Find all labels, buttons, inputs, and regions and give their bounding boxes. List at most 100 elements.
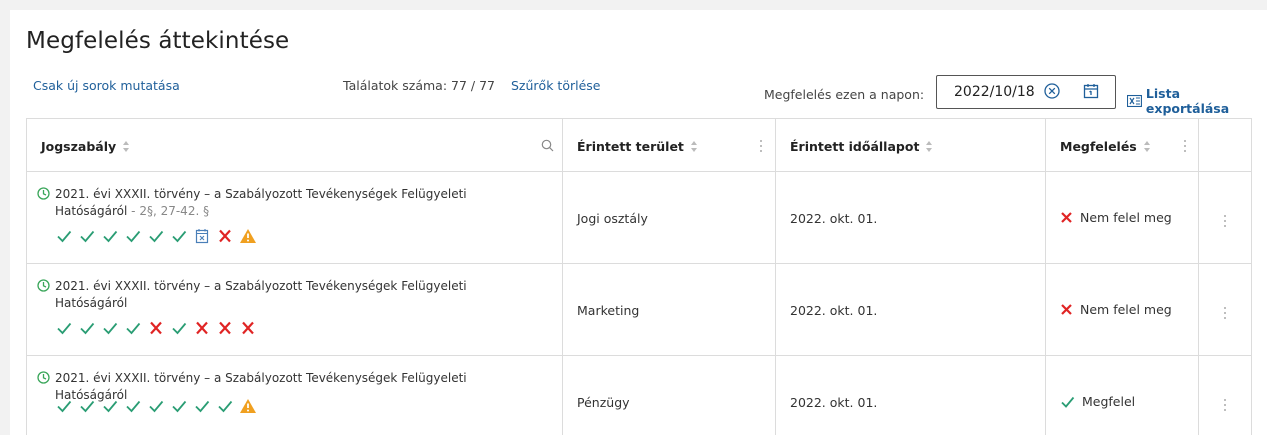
calendar-icon[interactable] [1082, 82, 1100, 100]
law-cell: 2021. évi XXXII. törvény – a Szabályozot… [27, 264, 563, 356]
row-menu-icon[interactable] [1224, 215, 1227, 228]
compliance-overview-page: Megfelelés áttekintése Csak új sorok mut… [0, 0, 1267, 435]
cross-icon [216, 228, 234, 248]
status-label: Megfelel [1082, 394, 1136, 409]
compliance-cell: Nem felel meg [1046, 172, 1199, 264]
compliance-cell: Megfelel [1046, 356, 1199, 435]
table-row[interactable]: 2021. évi XXXII. törvény – a Szabályozot… [27, 356, 1251, 435]
export-list-label: Lista exportálása [1145, 86, 1230, 116]
status-badge: Megfelel [1060, 394, 1135, 409]
area-value: Marketing [577, 303, 640, 318]
compliance-marks [55, 320, 257, 340]
status-label: Nem felel meg [1080, 302, 1172, 317]
column-header-law[interactable]: Jogszabály [27, 119, 563, 172]
export-list-button[interactable]: Lista exportálása [1127, 86, 1267, 116]
check-icon [55, 398, 73, 418]
clear-filters-link[interactable]: Szűrők törlése [511, 78, 600, 93]
column-header-state[interactable]: Érintett időállapot [776, 119, 1046, 172]
sort-icon[interactable] [122, 140, 130, 153]
law-title-line1: 2021. évi XXXII. törvény – a Szabályozot… [55, 187, 467, 201]
area-cell: Marketing [563, 264, 776, 356]
clock-icon [37, 187, 50, 200]
column-header-compliance[interactable]: Megfelelés [1046, 119, 1199, 172]
area-cell: Pénzügy [563, 356, 776, 435]
compliance-date-value: 2022/10/18 [954, 84, 1035, 100]
law-text[interactable]: 2021. évi XXXII. törvény – a Szabályozot… [37, 186, 517, 220]
law-title-line2: Hatóságáról [55, 296, 128, 310]
area-value: Pénzügy [577, 395, 630, 410]
check-icon [124, 320, 142, 340]
law-title-line1: 2021. évi XXXII. törvény – a Szabályozot… [55, 279, 467, 293]
column-header-actions [1199, 119, 1251, 172]
state-value: 2022. okt. 01. [790, 395, 878, 410]
check-icon [170, 228, 188, 248]
check-icon [124, 398, 142, 418]
check-icon [170, 320, 188, 340]
compliance-table: Jogszabály Érintett terület Érintett idő… [26, 118, 1252, 435]
column-menu-icon[interactable] [760, 140, 763, 153]
area-cell: Jogi osztály [563, 172, 776, 264]
search-icon[interactable] [541, 139, 554, 152]
check-icon [101, 320, 119, 340]
cross-icon [147, 320, 165, 340]
row-menu-icon[interactable] [1224, 307, 1227, 320]
left-edge [0, 0, 10, 435]
cross-icon [239, 320, 257, 340]
state-value: 2022. okt. 01. [790, 303, 878, 318]
column-header-area-label: Érintett terület [577, 139, 684, 154]
check-icon [78, 320, 96, 340]
cross-icon [1061, 304, 1072, 315]
show-only-new-rows-link[interactable]: Csak új sorok mutatása [33, 78, 180, 93]
column-header-state-label: Érintett időállapot [790, 139, 920, 154]
compliance-marks [55, 398, 257, 418]
check-icon [147, 398, 165, 418]
law-section: - 2§, 27-42. § [127, 204, 210, 218]
check-icon [170, 398, 188, 418]
results-count: Találatok száma: 77 / 77 [343, 78, 495, 93]
law-cell: 2021. évi XXXII. törvény – a Szabályozot… [27, 356, 563, 435]
state-value: 2022. okt. 01. [790, 211, 878, 226]
status-badge: Nem felel meg [1060, 210, 1172, 225]
check-icon [55, 320, 73, 340]
clock-icon [37, 279, 50, 292]
column-header-compliance-label: Megfelelés [1060, 139, 1137, 154]
check-icon [101, 398, 119, 418]
warning-icon [239, 398, 257, 418]
check-icon [216, 398, 234, 418]
area-value: Jogi osztály [577, 211, 648, 226]
check-icon [1061, 396, 1075, 408]
sort-icon[interactable] [925, 140, 933, 153]
top-edge [0, 0, 1267, 10]
check-icon [101, 228, 119, 248]
cross-icon [216, 320, 234, 340]
sort-icon[interactable] [690, 140, 698, 153]
compliance-date-label: Megfelelés ezen a napon: [764, 87, 925, 102]
warning-icon [239, 228, 257, 248]
column-menu-icon[interactable] [1184, 140, 1187, 153]
clear-date-icon[interactable] [1043, 82, 1061, 100]
check-icon [147, 228, 165, 248]
check-icon [78, 228, 96, 248]
compliance-date-field[interactable]: 2022/10/18 [936, 75, 1116, 109]
status-badge: Nem felel meg [1060, 302, 1172, 317]
excel-export-icon [1127, 94, 1142, 108]
law-text[interactable]: 2021. évi XXXII. törvény – a Szabályozot… [37, 278, 517, 312]
state-cell: 2022. okt. 01. [776, 172, 1046, 264]
table-row[interactable]: 2021. évi XXXII. törvény – a Szabályozot… [27, 264, 1251, 356]
cross-icon [1061, 212, 1072, 223]
column-header-law-label: Jogszabály [41, 139, 117, 154]
status-label: Nem felel meg [1080, 210, 1172, 225]
table-row[interactable]: 2021. évi XXXII. törvény – a Szabályozot… [27, 172, 1251, 264]
cross-icon [193, 320, 211, 340]
state-cell: 2022. okt. 01. [776, 264, 1046, 356]
law-title-line2: Hatóságáról [55, 204, 128, 218]
row-menu-icon[interactable] [1224, 399, 1227, 412]
check-icon [193, 398, 211, 418]
law-cell: 2021. évi XXXII. törvény – a Szabályozot… [27, 172, 563, 264]
compliance-cell: Nem felel meg [1046, 264, 1199, 356]
clock-icon [37, 371, 50, 384]
sort-icon[interactable] [1143, 140, 1151, 153]
calendar-icon [193, 228, 211, 248]
column-header-area[interactable]: Érintett terület [563, 119, 776, 172]
check-icon [78, 398, 96, 418]
